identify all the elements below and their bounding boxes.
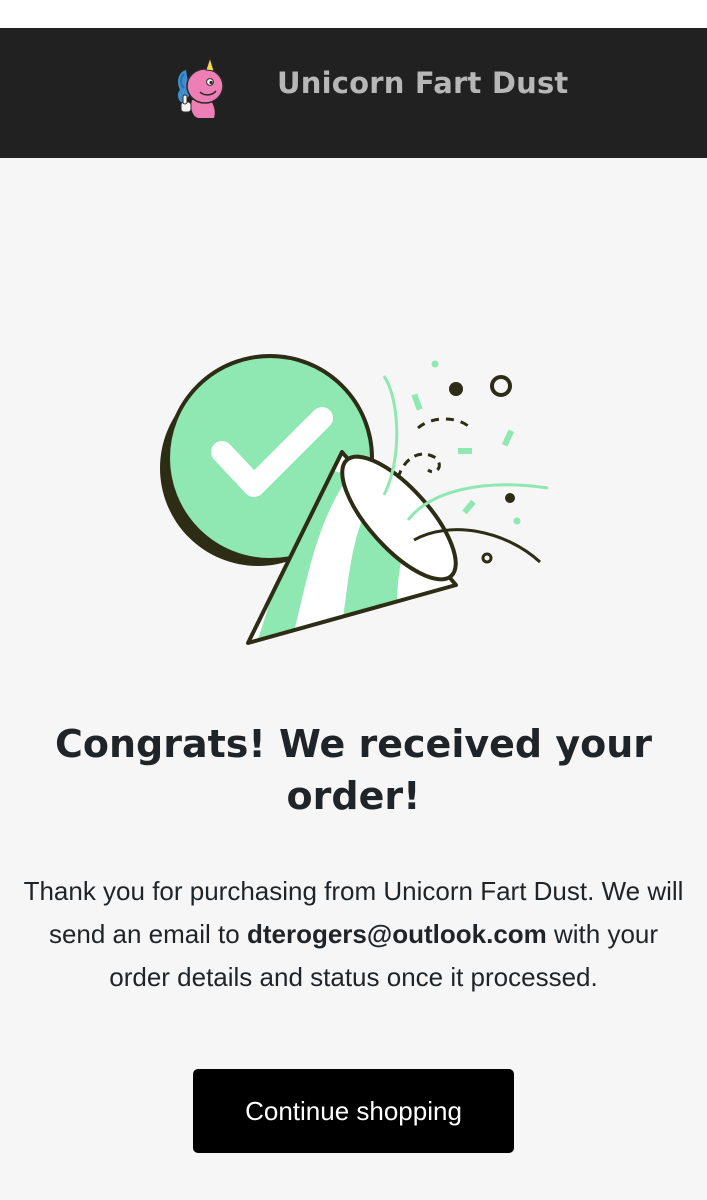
brand-name[interactable]: Unicorn Fart Dust (277, 66, 568, 100)
unicorn-mascot-icon[interactable] (172, 54, 230, 120)
status-bar-area (0, 0, 707, 28)
order-success-illustration (150, 338, 560, 658)
customer-email: dterogers@outlook.com (246, 919, 547, 949)
continue-shopping-button[interactable]: Continue shopping (193, 1069, 514, 1153)
order-confirmation-message: Thank you for purchasing from Unicorn Fa… (20, 870, 687, 999)
order-confirmation-title: Congrats! We received your order! (54, 722, 652, 818)
site-header: Unicorn Fart Dust (0, 28, 707, 158)
